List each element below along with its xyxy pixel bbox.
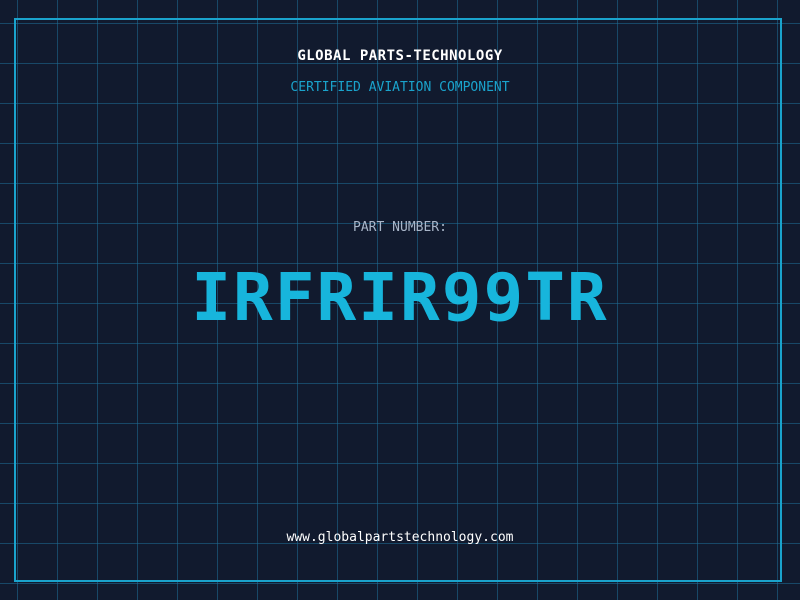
part-number-label: PART NUMBER:	[353, 220, 447, 235]
website-url: www.globalpartstechnology.com	[286, 530, 514, 545]
part-number-value: IRFRIR99TR	[191, 259, 609, 336]
certification-subtitle: CERTIFIED AVIATION COMPONENT	[290, 80, 510, 95]
company-name: GLOBAL PARTS-TECHNOLOGY	[297, 48, 503, 64]
